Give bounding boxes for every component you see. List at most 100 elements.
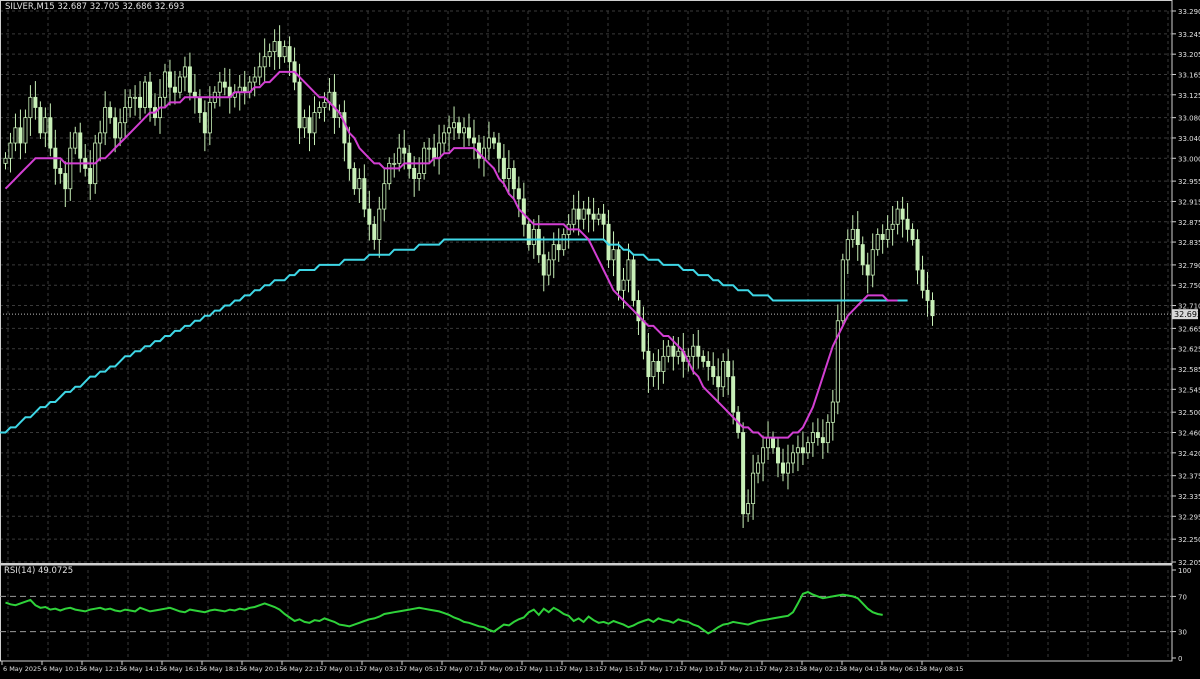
- candle-body[interactable]: [561, 234, 566, 251]
- candle-body[interactable]: [616, 249, 621, 291]
- candle-body[interactable]: [471, 137, 476, 144]
- candle-body[interactable]: [317, 107, 322, 113]
- candle-body[interactable]: [601, 213, 606, 225]
- candle-body[interactable]: [541, 254, 546, 276]
- candle-body[interactable]: [272, 41, 277, 53]
- candle-body[interactable]: [716, 376, 721, 388]
- candle-body[interactable]: [452, 122, 457, 129]
- candle-body[interactable]: [352, 168, 357, 190]
- candle-body[interactable]: [865, 264, 870, 276]
- candle-body[interactable]: [920, 269, 925, 291]
- candle-body[interactable]: [98, 132, 103, 144]
- candle-body[interactable]: [28, 96, 33, 119]
- candle-body[interactable]: [785, 462, 790, 474]
- candle-body[interactable]: [362, 178, 367, 210]
- candle-body[interactable]: [23, 117, 28, 144]
- candle-body[interactable]: [631, 259, 636, 301]
- candle-body[interactable]: [756, 462, 761, 474]
- candle-body[interactable]: [546, 259, 551, 276]
- candle-body[interactable]: [257, 66, 262, 78]
- candle-body[interactable]: [711, 366, 716, 378]
- candle-body[interactable]: [780, 462, 785, 474]
- candle-body[interactable]: [442, 132, 447, 144]
- candle-body[interactable]: [551, 244, 556, 261]
- candle-body[interactable]: [726, 361, 731, 378]
- candle-body[interactable]: [138, 96, 143, 108]
- candle-body[interactable]: [462, 127, 467, 134]
- candle-body[interactable]: [143, 81, 148, 108]
- candle-body[interactable]: [506, 168, 511, 179]
- candle-body[interactable]: [526, 223, 531, 246]
- candle-body[interactable]: [113, 117, 118, 139]
- candle-body[interactable]: [880, 234, 885, 240]
- chart-window[interactable]: 33.290 33.245 33.205 33.165 33.125 33.080 33.0…: [0, 0, 1200, 679]
- candle-body[interactable]: [108, 107, 113, 119]
- candle-body[interactable]: [48, 117, 53, 149]
- candle-body[interactable]: [596, 213, 601, 220]
- candle-body[interactable]: [651, 361, 656, 378]
- candle-body[interactable]: [701, 355, 706, 362]
- candle-body[interactable]: [531, 228, 536, 246]
- candle-body[interactable]: [407, 152, 412, 169]
- candle-body[interactable]: [875, 234, 880, 251]
- candle-body[interactable]: [586, 208, 591, 215]
- candle-body[interactable]: [377, 208, 382, 240]
- candle-body[interactable]: [302, 117, 307, 129]
- candle-body[interactable]: [422, 147, 427, 174]
- candle-body[interactable]: [466, 127, 471, 139]
- candle-body[interactable]: [18, 127, 23, 144]
- candle-body[interactable]: [277, 41, 282, 58]
- candle-body[interactable]: [626, 259, 631, 281]
- candle-body[interactable]: [68, 147, 73, 190]
- candle-body[interactable]: [427, 147, 432, 150]
- candle-body[interactable]: [905, 218, 910, 230]
- candle-body[interactable]: [661, 355, 666, 372]
- candle-body[interactable]: [252, 76, 257, 83]
- candle-body[interactable]: [162, 71, 167, 98]
- candle-body[interactable]: [900, 208, 905, 220]
- candle-body[interactable]: [771, 437, 776, 449]
- candle-body[interactable]: [491, 137, 496, 144]
- candle-body[interactable]: [78, 132, 83, 159]
- candle-body[interactable]: [43, 117, 48, 134]
- candle-body[interactable]: [766, 437, 771, 449]
- candle-body[interactable]: [307, 117, 312, 134]
- candle-body[interactable]: [790, 452, 795, 464]
- candle-body[interactable]: [830, 401, 835, 423]
- candle-body[interactable]: [671, 345, 676, 357]
- candle-body[interactable]: [347, 142, 352, 169]
- candle-body[interactable]: [746, 503, 751, 515]
- candle-body[interactable]: [202, 112, 207, 134]
- candle-body[interactable]: [167, 71, 172, 88]
- candle-body[interactable]: [417, 173, 422, 179]
- candle-body[interactable]: [287, 46, 292, 63]
- candle-body[interactable]: [761, 447, 766, 464]
- candle-body[interactable]: [118, 122, 123, 139]
- candle-body[interactable]: [412, 168, 417, 179]
- candle-body[interactable]: [895, 208, 900, 225]
- candle-body[interactable]: [103, 107, 108, 134]
- time-axis[interactable]: 6 May 2025 6 May 10:15 6 May 12:15 6 May 14…: [1, 661, 963, 673]
- candle-body[interactable]: [392, 162, 397, 165]
- candle-body[interactable]: [63, 173, 68, 190]
- candle-body[interactable]: [676, 350, 681, 357]
- candle-body[interactable]: [207, 102, 212, 134]
- candle-body[interactable]: [930, 300, 935, 317]
- candle-body[interactable]: [646, 350, 651, 378]
- candle-body[interactable]: [855, 228, 860, 246]
- candle-body[interactable]: [840, 259, 845, 322]
- candle-body[interactable]: [820, 437, 825, 444]
- candle-body[interactable]: [890, 223, 895, 230]
- candle-body[interactable]: [800, 447, 805, 454]
- candle-body[interactable]: [8, 142, 13, 159]
- candle-body[interactable]: [73, 132, 78, 149]
- candle-body[interactable]: [815, 432, 820, 438]
- candle-body[interactable]: [845, 239, 850, 261]
- candle-body[interactable]: [182, 66, 187, 78]
- candle-body[interactable]: [3, 157, 8, 164]
- candle-body[interactable]: [148, 81, 153, 108]
- candle-body[interactable]: [641, 320, 646, 352]
- candle-body[interactable]: [925, 289, 930, 301]
- candle-body[interactable]: [870, 249, 875, 276]
- candle-body[interactable]: [825, 421, 830, 444]
